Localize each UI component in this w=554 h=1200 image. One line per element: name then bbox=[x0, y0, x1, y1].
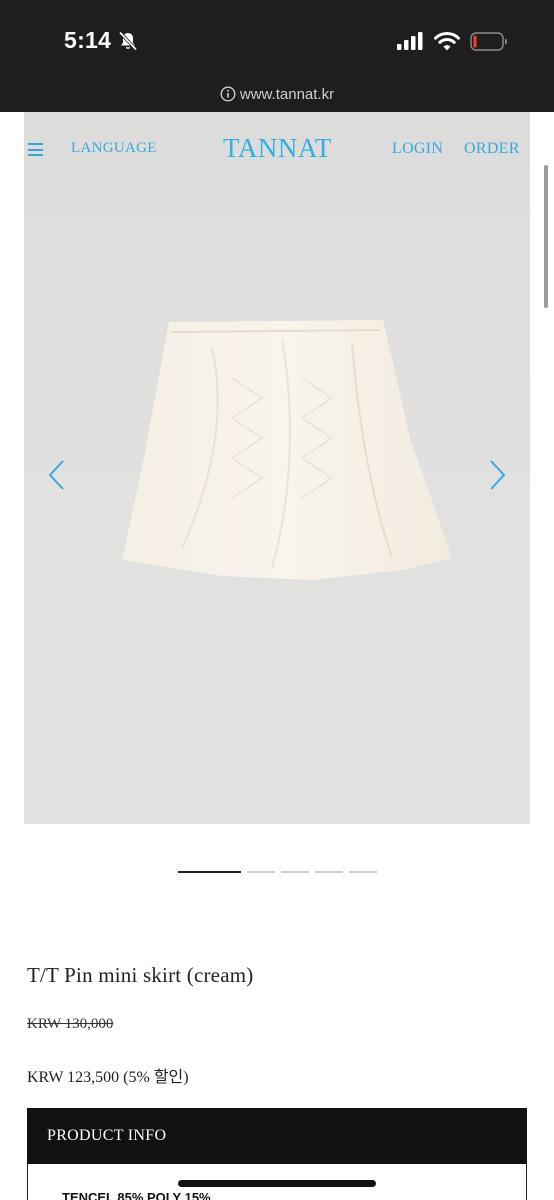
product-title: T/T Pin mini skirt (cream) bbox=[27, 963, 254, 987]
gallery-dot[interactable] bbox=[178, 871, 241, 873]
status-bar: 5:14 www.tannat.kr bbox=[0, 0, 554, 112]
address-bar[interactable]: www.tannat.kr bbox=[0, 80, 554, 108]
sale-price: KRW 123,500 (5% 할인) bbox=[27, 1069, 189, 1086]
wifi-icon bbox=[434, 32, 460, 51]
gallery-dot[interactable] bbox=[247, 871, 275, 873]
login-link[interactable]: LOGIN bbox=[392, 140, 443, 158]
home-indicator[interactable] bbox=[178, 1180, 376, 1187]
product-info-toggle[interactable]: PRODUCT INFO bbox=[27, 1108, 527, 1164]
bell-off-icon bbox=[118, 31, 138, 51]
gallery-pagination bbox=[178, 871, 377, 874]
order-link[interactable]: ORDER bbox=[464, 140, 520, 158]
site-logo[interactable]: TANNAT bbox=[223, 133, 332, 164]
url-text: www.tannat.kr bbox=[239, 85, 335, 103]
battery-icon bbox=[470, 32, 507, 51]
gallery-dot[interactable] bbox=[281, 871, 309, 873]
fabric-composition: TENCEL 85% POLY 15% bbox=[62, 1190, 211, 1200]
site-header: LANGUAGE TANNAT LOGIN ORDER bbox=[24, 112, 530, 190]
chevron-left-icon[interactable] bbox=[45, 458, 67, 492]
chevron-right-icon[interactable] bbox=[487, 458, 509, 492]
hamburger-menu-icon[interactable] bbox=[28, 143, 43, 156]
cellular-signal-icon bbox=[397, 32, 423, 50]
language-link[interactable]: LANGUAGE bbox=[71, 140, 157, 157]
skirt-illustration bbox=[122, 320, 452, 580]
original-price: KRW 130,000 bbox=[27, 1016, 114, 1032]
clock: 5:14 bbox=[64, 27, 112, 53]
gallery-dot[interactable] bbox=[315, 871, 343, 873]
info-circle-icon bbox=[220, 86, 236, 102]
gallery-dot[interactable] bbox=[349, 871, 377, 873]
scrollbar-thumb[interactable] bbox=[544, 165, 548, 308]
